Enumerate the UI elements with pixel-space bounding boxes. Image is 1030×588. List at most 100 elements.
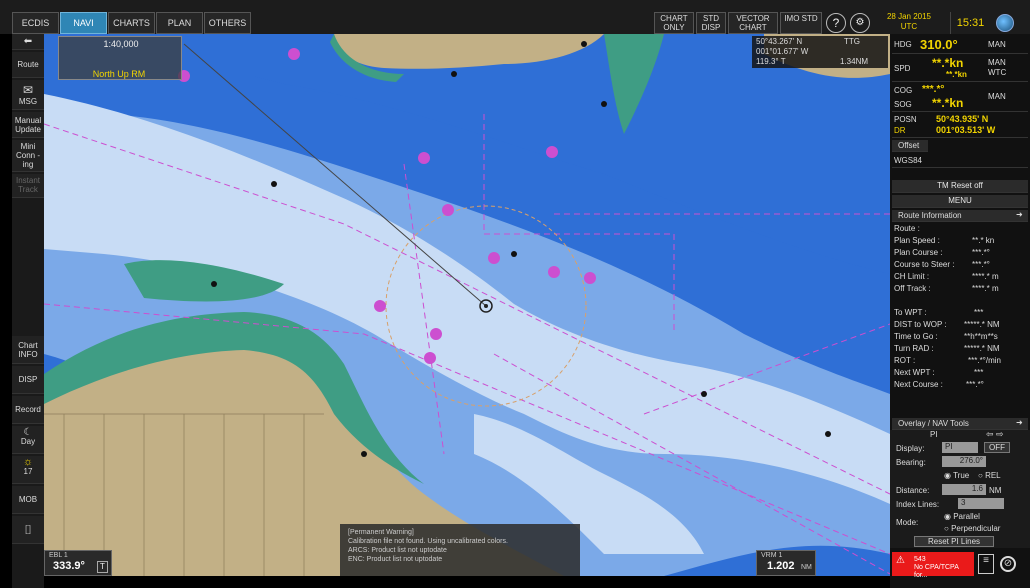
distance-input[interactable]: 1.6 <box>942 484 986 495</box>
spd-mode[interactable]: MAN WTC <box>988 58 1026 78</box>
disp-button[interactable]: DISP <box>12 366 44 394</box>
parallel-label: Parallel <box>953 512 980 521</box>
alert-banner[interactable]: ⚠ 543 No CPA/TCPA for... <box>892 552 974 579</box>
cog-mode[interactable]: MAN <box>988 92 1006 101</box>
orientation-mode[interactable]: North Up RM <box>63 69 175 79</box>
overlay-title: Overlay / NAV Tools <box>898 419 969 428</box>
sun-icon: ☼ <box>22 456 34 468</box>
next-wpt-value: *** <box>974 368 984 377</box>
tab-navi[interactable]: NAVI <box>60 12 107 34</box>
reset-pi-lines-button[interactable]: Reset PI Lines <box>914 536 994 547</box>
next-wpt-label: Next WPT : <box>894 368 935 377</box>
chart-scale[interactable]: 1:40,000 <box>59 39 183 49</box>
right-panel: HDG 310.0° MAN SPD **.*kn **.*kn MAN WTC… <box>890 34 1030 588</box>
chart-only-button[interactable]: CHART ONLY <box>654 12 694 34</box>
parallel-radio[interactable]: ◉ Parallel <box>944 512 980 521</box>
day-night-button[interactable]: ☾ Day <box>12 426 44 454</box>
vector-chart-button[interactable]: VECTOR CHART <box>728 12 778 34</box>
camera-icon[interactable]: ⌷ <box>12 516 44 544</box>
perpendicular-radio[interactable]: ○ Perpendicular <box>944 524 1000 533</box>
cursor-readout: 50°43.267' N TTG 001°01.677' W 119.3° T … <box>752 36 888 68</box>
tab-ecdis[interactable]: ECDIS <box>12 12 59 34</box>
cog-value: ***.*° <box>922 84 945 95</box>
alert-text: No CPA/TCPA for... <box>914 564 959 579</box>
hdg-value: 310.0° <box>920 37 958 52</box>
chart-info-button[interactable]: Chart INFO <box>12 336 44 364</box>
date-display: 28 Jan 2015 UTC <box>874 12 944 34</box>
mob-button[interactable]: MOB <box>12 486 44 514</box>
spd-row: SPD **.*kn **.*kn MAN WTC <box>892 56 1028 82</box>
pi-nav-arrows-icon[interactable]: ⇦ ⇨ <box>986 429 1004 440</box>
chart-canvas[interactable] <box>44 34 890 576</box>
mode-label: Mode: <box>896 518 919 527</box>
ebl-box[interactable]: EBL 1 333.9° T <box>44 550 112 576</box>
mute-icon[interactable]: ⊘ <box>1000 556 1016 572</box>
spd-sub-value: **.*kn <box>946 70 967 79</box>
globe-icon[interactable] <box>996 14 1014 32</box>
tab-others[interactable]: OTHERS <box>204 12 251 34</box>
route-info-title: Route Information <box>898 211 962 220</box>
warning-line-1: Calibration file not found. Using uncali… <box>348 538 508 545</box>
true-label: True <box>953 471 970 480</box>
true-radio[interactable]: ◉ True <box>944 471 969 480</box>
menu-button[interactable]: MENU <box>892 195 1028 208</box>
longitude-value: 001°03.513' W <box>936 125 996 135</box>
tab-charts[interactable]: CHARTS <box>108 12 155 34</box>
brightness-button[interactable]: ☼ 17 <box>12 456 44 484</box>
overlay-arrow-icon[interactable]: ➜ <box>1016 418 1023 427</box>
cursor-bearing: 119.3° T <box>756 57 786 66</box>
plan-course-value: ***.*° <box>972 248 990 257</box>
turn-rad-label: Turn RAD : <box>894 344 934 353</box>
overlay-header[interactable]: Overlay / NAV Tools ➜ <box>892 418 1028 430</box>
tab-plan[interactable]: PLAN <box>156 12 203 34</box>
tm-reset-button[interactable]: TM Reset off <box>892 180 1028 193</box>
plan-speed-label: Plan Speed : <box>894 236 940 245</box>
mini-conning-button[interactable]: Mini Conn -ing <box>12 140 44 172</box>
route-info-arrow-icon[interactable]: ➜ <box>1016 210 1023 219</box>
rot-label: ROT : <box>894 356 916 365</box>
utc-text: UTC <box>900 22 918 31</box>
ebl-true-toggle[interactable]: T <box>97 561 108 573</box>
rel-radio[interactable]: ○ REL <box>978 471 1001 480</box>
vrm-box[interactable]: VRM 1 1.202 NM <box>756 550 816 576</box>
route-info-list: Route : Plan Speed : **.* kn Plan Course… <box>890 224 1030 389</box>
cog-label: COG <box>894 86 913 95</box>
warning-title: [Permanent Warning] <box>348 529 414 536</box>
dr-label: DR <box>894 126 906 135</box>
plan-speed-value: **.* kn <box>972 236 995 245</box>
off-track-value: ****.* m <box>972 284 999 293</box>
hdg-label: HDG <box>894 40 912 49</box>
to-wpt-value: *** <box>974 308 984 317</box>
cursor-range: 1.34NM <box>840 57 869 66</box>
turn-rad-value: *****.* NM <box>964 344 1000 353</box>
datum-row: WGS84 <box>892 154 1028 168</box>
route-info-header[interactable]: Route Information ➜ <box>892 210 1028 222</box>
alert-list-icon[interactable]: ≡ <box>978 554 994 574</box>
std-disp-button[interactable]: STD DISP <box>696 12 726 34</box>
hdg-mode[interactable]: MAN <box>988 40 1006 49</box>
record-button[interactable]: Record <box>12 396 44 424</box>
display-select[interactable]: PI <box>942 442 978 453</box>
index-lines-select[interactable]: 3 <box>958 498 1004 509</box>
settings-gears-icon[interactable]: ⚙ <box>850 13 870 33</box>
overlay-panel: PI ⇦ ⇨ Display: PI OFF Bearing: 276.0° ◉… <box>890 429 1030 548</box>
help-icon[interactable]: ? <box>826 13 846 33</box>
ch-limit-label: CH Limit : <box>894 272 930 281</box>
distance-label: Distance: <box>896 486 930 495</box>
cog-sog-row: COG ***.*° SOG **.*kn MAN <box>892 84 1028 112</box>
msg-label: MSG <box>18 97 38 106</box>
off-button[interactable]: OFF <box>984 442 1010 453</box>
sog-label: SOG <box>894 100 912 109</box>
ebl-label: EBL 1 <box>49 552 68 559</box>
nautical-chart[interactable]: 1:40,000 North Up RM 50°43.267' N TTG 00… <box>44 34 890 576</box>
scale-panel[interactable]: 1:40,000 North Up RM <box>58 36 182 80</box>
bearing-input[interactable]: 276.0° <box>942 456 986 467</box>
manual-update-button[interactable]: Manual Update <box>12 112 44 138</box>
back-arrow-icon[interactable]: ⬅ <box>12 34 44 50</box>
route-button[interactable]: Route <box>12 52 44 78</box>
offset-button[interactable]: Offset <box>892 140 928 152</box>
offset-label: Offset <box>898 141 920 150</box>
imo-std-button[interactable]: IMO STD <box>780 12 822 34</box>
msg-button[interactable]: ✉ MSG <box>12 80 44 110</box>
instant-track-button[interactable]: Instant Track <box>12 174 44 198</box>
